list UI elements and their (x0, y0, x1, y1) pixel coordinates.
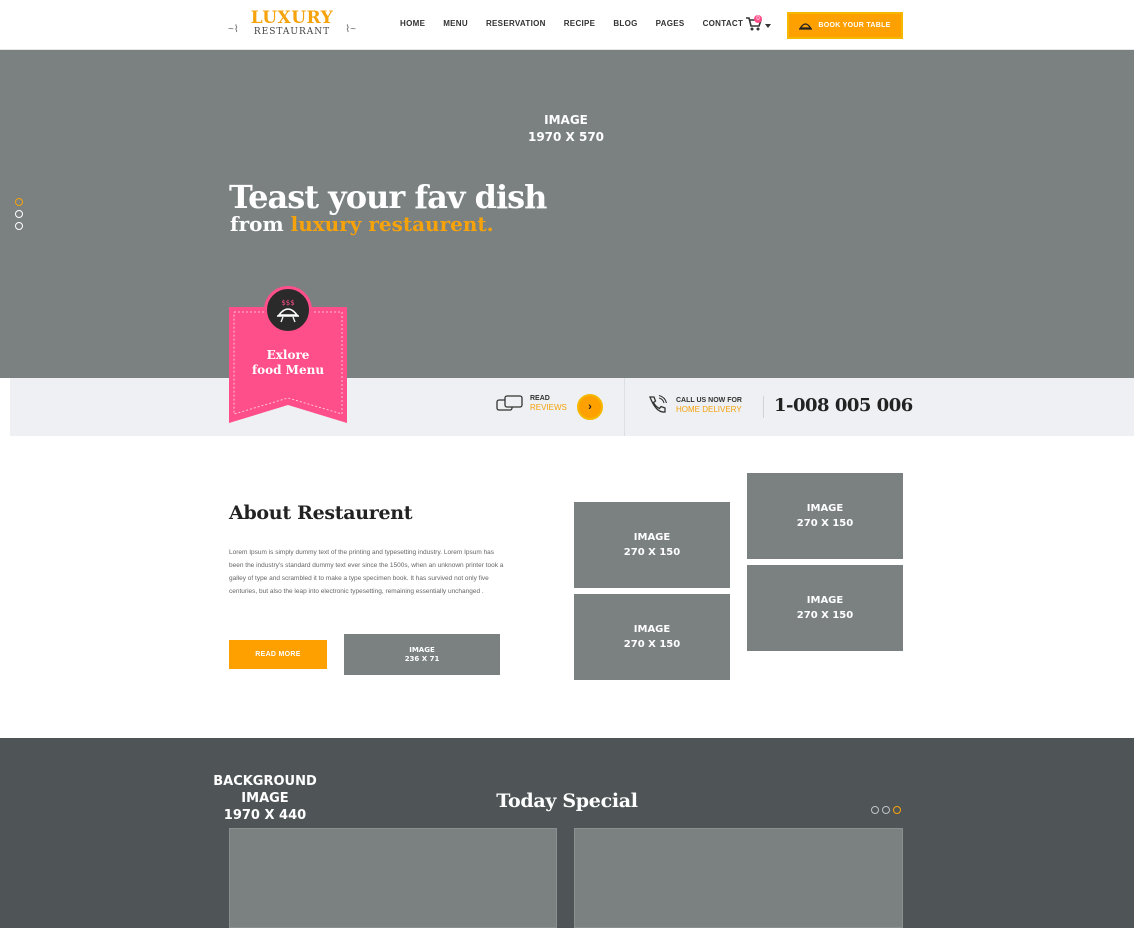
cart-button[interactable]: 0 (745, 15, 771, 34)
logo[interactable]: ~⌇ LUXURY RESTAURANT ⌇~ (228, 10, 356, 42)
phone-icon (649, 394, 668, 413)
hero-placeholder-line2: 1970 X 570 (527, 130, 605, 144)
gallery-image: IMAGE 270 X 150 (574, 502, 730, 588)
chat-bubbles-icon (496, 394, 523, 411)
gallery-image-line1: IMAGE (633, 532, 671, 543)
delivery-label: HOME DELIVERY (676, 404, 742, 414)
ribbon-icon-text: $$$ (281, 299, 294, 307)
special-card[interactable] (574, 828, 903, 928)
hero-slider-dots (15, 198, 23, 230)
gallery-image-line1: IMAGE (806, 595, 844, 606)
main-nav: HOME MENU RESERVATION RECIPE BLOG PAGES … (400, 19, 761, 28)
gallery-image-line2: 270 X 150 (623, 547, 681, 558)
cloche-icon (799, 23, 813, 30)
gallery-image-line2: 270 X 150 (623, 639, 681, 650)
gallery-image-line1: IMAGE (806, 503, 844, 514)
nav-home[interactable]: HOME (400, 19, 425, 28)
ribbon-line2: food Menu (251, 363, 325, 377)
about-title: About Restaurent (229, 502, 413, 524)
book-table-button[interactable]: BOOK YOUR TABLE (787, 12, 903, 39)
call-label: CALL US NOW FOR (676, 396, 742, 404)
info-bar (10, 378, 1134, 436)
small-image-line1: IMAGE (409, 645, 435, 654)
nav-reservation[interactable]: RESERVATION (486, 19, 546, 28)
food-cloche-icon: $$$ (264, 286, 312, 334)
today-special-section: BACKGROUND IMAGE 1970 X 440 Today Specia… (0, 738, 1134, 928)
logo-title: LUXURY (250, 8, 334, 28)
logo-swirl-right-icon: ⌇~ (345, 24, 356, 35)
read-reviews-link[interactable]: READ REVIEWS (496, 394, 567, 413)
slider-dot[interactable] (15, 222, 23, 230)
slider-dot-active[interactable] (15, 198, 23, 206)
nav-blog[interactable]: BLOG (613, 19, 637, 28)
reviews-arrow-button[interactable]: › (577, 394, 603, 420)
call-delivery-info: CALL US NOW FOR HOME DELIVERY (646, 394, 742, 416)
hero-subtitle-prefix: from (230, 212, 291, 236)
cart-count-badge: 0 (754, 15, 762, 23)
hero-image-placeholder: IMAGE 1970 X 570 (500, 112, 632, 146)
hero-subtitle-highlight: luxury restaurent. (290, 212, 494, 236)
nav-contact[interactable]: CONTACT (703, 19, 744, 28)
read-label: READ (530, 395, 550, 402)
phone-number[interactable]: 1-008 005 006 (774, 395, 913, 416)
info-divider (624, 378, 625, 436)
chevron-down-icon (765, 24, 771, 28)
nav-menu[interactable]: MENU (443, 19, 468, 28)
slider-dot[interactable] (882, 806, 890, 814)
explore-menu-label[interactable]: Exlore food Menu (229, 348, 347, 378)
slider-dot[interactable] (15, 210, 23, 218)
gallery-image-line2: 270 X 150 (796, 610, 854, 621)
special-slider-dots (871, 806, 901, 814)
logo-swirl-left-icon: ~⌇ (228, 24, 239, 35)
hero-subtitle: from luxury restaurent. (230, 212, 494, 236)
slider-dot-active[interactable] (893, 806, 901, 814)
reviews-label: REVIEWS (530, 403, 567, 412)
hero-title: Teast your fav dish (229, 178, 547, 216)
gallery-image-line2: 270 X 150 (796, 518, 854, 529)
gallery-image: IMAGE 270 X 150 (574, 594, 730, 680)
hero-banner: IMAGE 1970 X 570 Teast your fav dish fro… (0, 50, 1134, 378)
today-special-title: Today Special (496, 790, 638, 812)
gallery-image: IMAGE 270 X 150 (747, 473, 903, 559)
read-more-button[interactable]: READ MORE (229, 640, 327, 669)
site-header: ~⌇ LUXURY RESTAURANT ⌇~ HOME MENU RESERV… (0, 0, 1134, 50)
slider-dot[interactable] (871, 806, 879, 814)
ribbon-line1: Exlore (266, 348, 310, 362)
nav-pages[interactable]: PAGES (656, 19, 685, 28)
signature-image-placeholder: IMAGE 236 X 71 (344, 634, 500, 675)
gallery-image: IMAGE 270 X 150 (747, 565, 903, 651)
special-card[interactable] (229, 828, 557, 928)
nav-recipe[interactable]: RECIPE (564, 19, 596, 28)
book-table-label: BOOK YOUR TABLE (818, 22, 891, 29)
small-image-line2: 236 X 71 (404, 654, 440, 663)
gallery-image-line1: IMAGE (633, 624, 671, 635)
phone-divider (763, 396, 764, 418)
hero-placeholder-line1: IMAGE (544, 113, 588, 127)
logo-subtitle: RESTAURANT (253, 27, 331, 37)
chevron-right-icon: › (588, 401, 592, 413)
about-text: Lorem Ipsum is simply dummy text of the … (229, 549, 504, 595)
